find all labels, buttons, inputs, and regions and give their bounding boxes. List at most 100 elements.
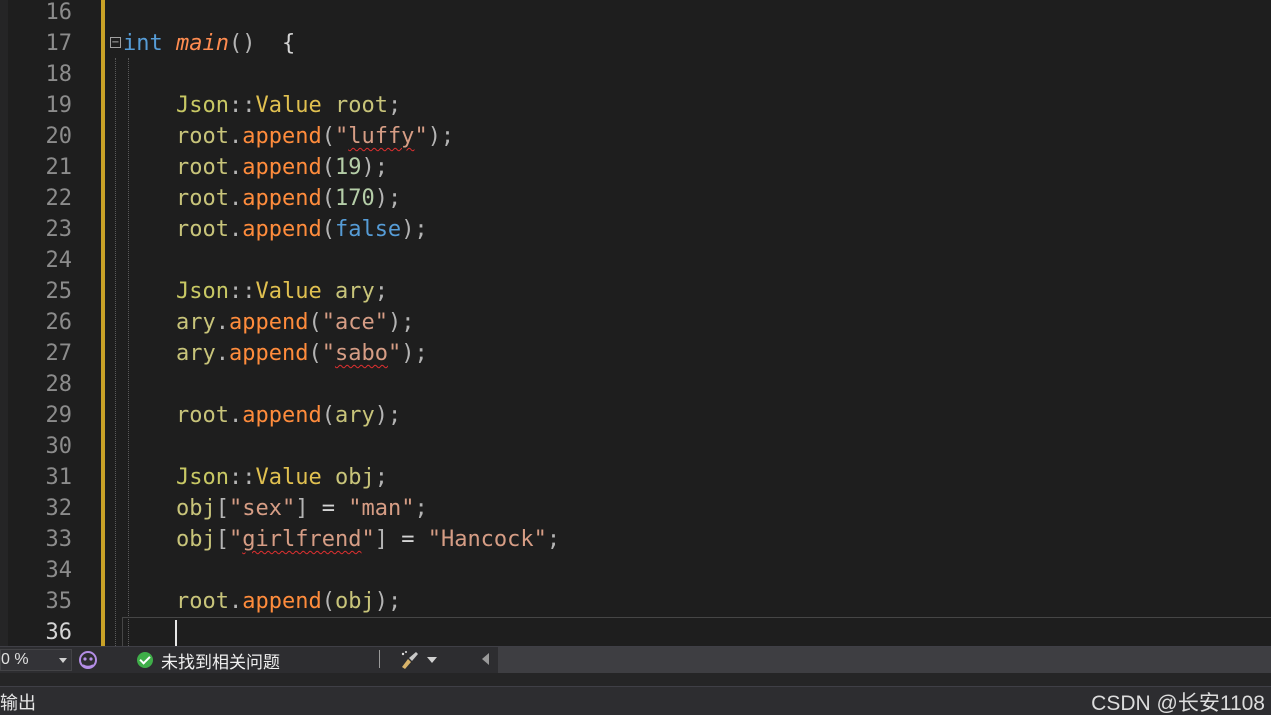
- code-line[interactable]: 20 root.append("luffy");: [0, 121, 1271, 152]
- code-token: root: [175, 217, 229, 242]
- code-line[interactable]: 34: [0, 555, 1271, 586]
- code-token: ": [387, 341, 402, 366]
- code-token: ary: [175, 310, 216, 335]
- code-token: append: [242, 155, 322, 180]
- code-token: ": [361, 527, 375, 552]
- zoom-dropdown[interactable]: 0 %: [0, 649, 72, 671]
- code-token: "man": [348, 496, 415, 521]
- line-number: 24: [45, 248, 73, 273]
- code-token: .: [228, 589, 243, 614]
- code-token: [: [215, 496, 229, 521]
- code-line[interactable]: 32 obj["sex"] = "man";: [0, 493, 1271, 524]
- line-number: 29: [45, 403, 73, 428]
- line-number: 17: [45, 31, 73, 56]
- code-line[interactable]: 30: [0, 431, 1271, 462]
- line-number: 20: [45, 124, 73, 149]
- scroll-left-arrow-icon[interactable]: [482, 653, 489, 665]
- code-token: (: [308, 310, 322, 335]
- code-token: append: [242, 589, 322, 614]
- code-line[interactable]: 16: [0, 0, 1271, 28]
- code-token: (: [321, 589, 335, 614]
- code-line[interactable]: 18: [0, 59, 1271, 90]
- code-line[interactable]: 33 obj["girlfrend"] = "Hancock";: [0, 524, 1271, 555]
- code-token: ;: [414, 496, 428, 521]
- code-line[interactable]: 35 root.append(obj);: [0, 586, 1271, 617]
- code-text: root.append(19);: [123, 152, 388, 183]
- code-text: Json::Value ary;: [123, 276, 388, 307]
- chevron-down-icon[interactable]: [427, 657, 437, 663]
- code-token: ;: [387, 93, 402, 118]
- code-line[interactable]: 19 Json::Value root;: [0, 90, 1271, 121]
- text-caret: [175, 620, 177, 646]
- line-number: 30: [45, 434, 73, 459]
- code-token: root: [175, 186, 229, 211]
- code-token: );: [401, 341, 428, 366]
- code-token: {: [255, 31, 296, 56]
- code-token: ;: [374, 465, 388, 490]
- code-editor[interactable]: 16 17− int main() {18 19 Json::Value root; 2…: [0, 0, 1271, 646]
- collapse-icon[interactable]: −: [110, 37, 121, 48]
- code-token: .: [215, 310, 229, 335]
- code-token: (: [321, 124, 335, 149]
- code-line[interactable]: 27 ary.append("sabo");: [0, 338, 1271, 369]
- code-line[interactable]: 24: [0, 245, 1271, 276]
- code-token: .: [215, 341, 229, 366]
- code-token: );: [427, 124, 455, 149]
- code-token: );: [374, 186, 402, 211]
- code-token: ": [321, 341, 335, 366]
- code-text: int main() {: [123, 28, 295, 59]
- code-line[interactable]: 31 Json::Value obj;: [0, 462, 1271, 493]
- code-token: =: [308, 496, 349, 521]
- copilot-icon[interactable]: [78, 650, 98, 670]
- code-line[interactable]: 22 root.append(170);: [0, 183, 1271, 214]
- code-line[interactable]: 21 root.append(19);: [0, 152, 1271, 183]
- editor-status-bar: 0 % 未找到相关问题: [0, 646, 1271, 673]
- code-token: .: [228, 186, 243, 211]
- code-token: ::: [228, 279, 256, 304]
- code-token: ary: [334, 279, 375, 304]
- line-number: 16: [45, 0, 73, 25]
- current-line-highlight: [122, 617, 1271, 646]
- code-cleanup-brush-icon[interactable]: [399, 650, 421, 670]
- code-text: root.append(false);: [123, 214, 428, 245]
- tab-output[interactable]: 输出: [0, 689, 36, 715]
- code-line[interactable]: 17 − int main() {: [0, 28, 1271, 59]
- code-line[interactable]: 25 Json::Value ary;: [0, 276, 1271, 307]
- code-token: );: [401, 217, 428, 242]
- code-token: root: [175, 589, 229, 614]
- code-token: Value: [255, 279, 322, 304]
- code-text: Json::Value root;: [123, 90, 401, 121]
- code-line[interactable]: 26 ary.append("ace");: [0, 307, 1271, 338]
- code-token: sabo: [334, 341, 388, 366]
- code-token: (: [321, 217, 335, 242]
- code-token: obj: [334, 465, 375, 490]
- check-circle-icon: [137, 652, 153, 668]
- code-token: "Hancock": [427, 527, 547, 552]
- watermark: CSDN @长安1108: [1091, 692, 1265, 715]
- code-line[interactable]: 29 root.append(ary);: [0, 400, 1271, 431]
- horizontal-scrollbar[interactable]: [498, 647, 1271, 673]
- code-token: );: [374, 589, 402, 614]
- code-token: (): [228, 31, 256, 56]
- code-token: [: [215, 527, 229, 552]
- code-token: root: [175, 155, 229, 180]
- code-line[interactable]: 28: [0, 369, 1271, 400]
- code-token: ary: [334, 403, 375, 428]
- panel-divider[interactable]: [0, 673, 1271, 687]
- code-token: ary: [175, 341, 216, 366]
- code-token: ": [334, 124, 349, 149]
- code-token: append: [242, 186, 322, 211]
- issues-indicator[interactable]: 未找到相关问题: [137, 649, 280, 672]
- code-token: ": [414, 124, 428, 149]
- code-token: ": [228, 527, 243, 552]
- code-token: root: [175, 403, 229, 428]
- code-token: ;: [546, 527, 561, 552]
- code-line[interactable]: 23 root.append(false);: [0, 214, 1271, 245]
